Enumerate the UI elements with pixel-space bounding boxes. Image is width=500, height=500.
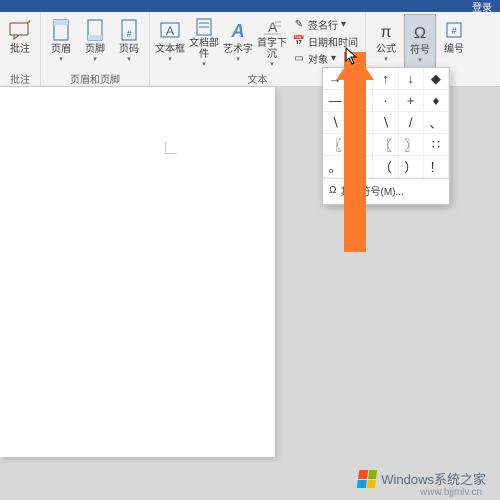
symbol-cell[interactable]: ♦ xyxy=(424,90,449,112)
textbox-button[interactable]: A 文本框 ▾ xyxy=(154,14,186,70)
dropcap-icon: A xyxy=(261,16,283,38)
symbol-cell[interactable]: ∖ xyxy=(373,112,398,134)
symbol-icon: Ω xyxy=(329,185,336,196)
number-button[interactable]: # 编号 xyxy=(438,14,470,70)
chevron-down-icon: ▾ xyxy=(168,55,172,63)
quick-parts-icon xyxy=(194,16,214,38)
textbox-icon: A xyxy=(159,16,181,44)
symbol-cell[interactable]: 〗 xyxy=(399,134,424,156)
signature-icon: ✎ xyxy=(293,18,305,30)
object-icon: ▭ xyxy=(293,52,305,64)
footer-button[interactable]: 页脚 ▾ xyxy=(79,14,111,70)
symbol-cell[interactable]: — xyxy=(323,90,348,112)
symbol-cell[interactable]: ← xyxy=(348,68,373,90)
datetime-button[interactable]: 📅日期和时间 xyxy=(290,33,361,49)
chevron-down-icon: ▾ xyxy=(270,60,274,68)
symbol-cell[interactable]: · xyxy=(373,90,398,112)
symbol-cell[interactable]: ∷ xyxy=(424,134,449,156)
page-number-button[interactable]: # 页码 ▾ xyxy=(113,14,145,70)
new-comment-button[interactable]: 批注 xyxy=(4,14,36,70)
title-bar: 登录 xyxy=(0,0,500,12)
number-icon: # xyxy=(443,16,465,44)
symbol-button[interactable]: Ω 符号 ▾ xyxy=(404,14,436,70)
dropcap-button[interactable]: A 首字下沉 ▾ xyxy=(256,14,288,70)
symbol-grid: →←↑↓◆—、·+♦∖/∖/、〖〗〖〗∷。¥（）！ xyxy=(323,68,449,178)
margin-marker xyxy=(165,142,177,154)
watermark-url: www.bjjmlv.cn xyxy=(420,487,482,498)
group-comments: 批注 批注 xyxy=(0,12,41,86)
chevron-down-icon: ▾ xyxy=(331,53,336,64)
symbol-cell[interactable]: 、 xyxy=(424,112,449,134)
chevron-down-icon: ▾ xyxy=(59,55,63,63)
group-label-comments: 批注 xyxy=(10,71,30,86)
chevron-down-icon: ▾ xyxy=(93,55,97,63)
group-label-text: 文本 xyxy=(248,71,268,86)
windows-logo-icon xyxy=(357,470,378,488)
chevron-down-icon: ▾ xyxy=(202,60,206,68)
symbol-cell[interactable]: + xyxy=(399,90,424,112)
symbol-dropdown-panel: →←↑↓◆—、·+♦∖/∖/、〖〗〖〗∷。¥（）！ Ω 其他符号(M)... xyxy=(322,67,450,205)
chevron-down-icon: ▾ xyxy=(384,55,388,63)
symbol-cell[interactable]: ¥ xyxy=(348,156,373,178)
symbol-cell[interactable]: → xyxy=(323,68,348,90)
symbol-cell[interactable]: ！ xyxy=(424,156,449,178)
chevron-down-icon: ▾ xyxy=(418,56,422,64)
equation-button[interactable]: π 公式 ▾ xyxy=(370,14,402,70)
symbol-cell[interactable]: 〗 xyxy=(348,134,373,156)
page-number-icon: # xyxy=(119,16,139,44)
watermark-text: Windows系统之家 xyxy=(381,469,486,488)
symbol-cell[interactable]: （ xyxy=(373,156,398,178)
chevron-down-icon: ▾ xyxy=(341,19,346,30)
svg-text:#: # xyxy=(451,26,456,36)
symbol-cell[interactable]: 〖 xyxy=(323,134,348,156)
symbol-cell[interactable]: ◆ xyxy=(424,68,449,90)
comment-icon xyxy=(8,16,32,44)
document-page[interactable] xyxy=(0,87,275,457)
header-button[interactable]: 页眉 ▾ xyxy=(45,14,77,70)
svg-text:π: π xyxy=(380,24,391,41)
symbol-cell[interactable]: ） xyxy=(399,156,424,178)
quick-parts-button[interactable]: 文档部件 ▾ xyxy=(188,14,220,70)
symbol-cell[interactable]: ∖ xyxy=(323,112,348,134)
chevron-down-icon: ▾ xyxy=(127,55,131,63)
svg-text:A: A xyxy=(268,19,278,35)
symbol-cell[interactable]: ↓ xyxy=(399,68,424,90)
wordart-icon: A xyxy=(227,16,249,44)
footer-icon xyxy=(85,16,105,44)
wordart-button[interactable]: A 艺术字 ▾ xyxy=(222,14,254,70)
symbol-cell[interactable]: 、 xyxy=(348,90,373,112)
datetime-icon: 📅 xyxy=(293,35,305,47)
group-header-footer: 页眉 ▾ 页脚 ▾ # 页码 ▾ 页眉和页脚 xyxy=(41,12,150,86)
signature-button[interactable]: ✎签名行 ▾ xyxy=(290,16,361,32)
object-button[interactable]: ▭对象 ▾ xyxy=(290,50,361,66)
more-symbols-button[interactable]: Ω 其他符号(M)... xyxy=(323,178,449,202)
svg-text:A: A xyxy=(231,21,245,41)
svg-text:A: A xyxy=(166,24,174,38)
symbol-icon: Ω xyxy=(409,17,431,45)
symbol-cell[interactable]: / xyxy=(348,112,373,134)
symbol-cell[interactable]: 〖 xyxy=(373,134,398,156)
symbol-cell[interactable]: ↑ xyxy=(373,68,398,90)
symbol-cell[interactable]: 。 xyxy=(323,156,348,178)
group-label-header-footer: 页眉和页脚 xyxy=(70,71,120,86)
svg-text:Ω: Ω xyxy=(414,25,426,42)
svg-text:#: # xyxy=(126,29,131,39)
equation-icon: π xyxy=(375,16,397,44)
watermark: Windows系统之家 xyxy=(358,469,486,488)
chevron-down-icon: ▾ xyxy=(236,55,240,63)
symbol-cell[interactable]: / xyxy=(399,112,424,134)
login-label[interactable]: 登录 xyxy=(472,0,492,14)
header-icon xyxy=(51,16,71,44)
